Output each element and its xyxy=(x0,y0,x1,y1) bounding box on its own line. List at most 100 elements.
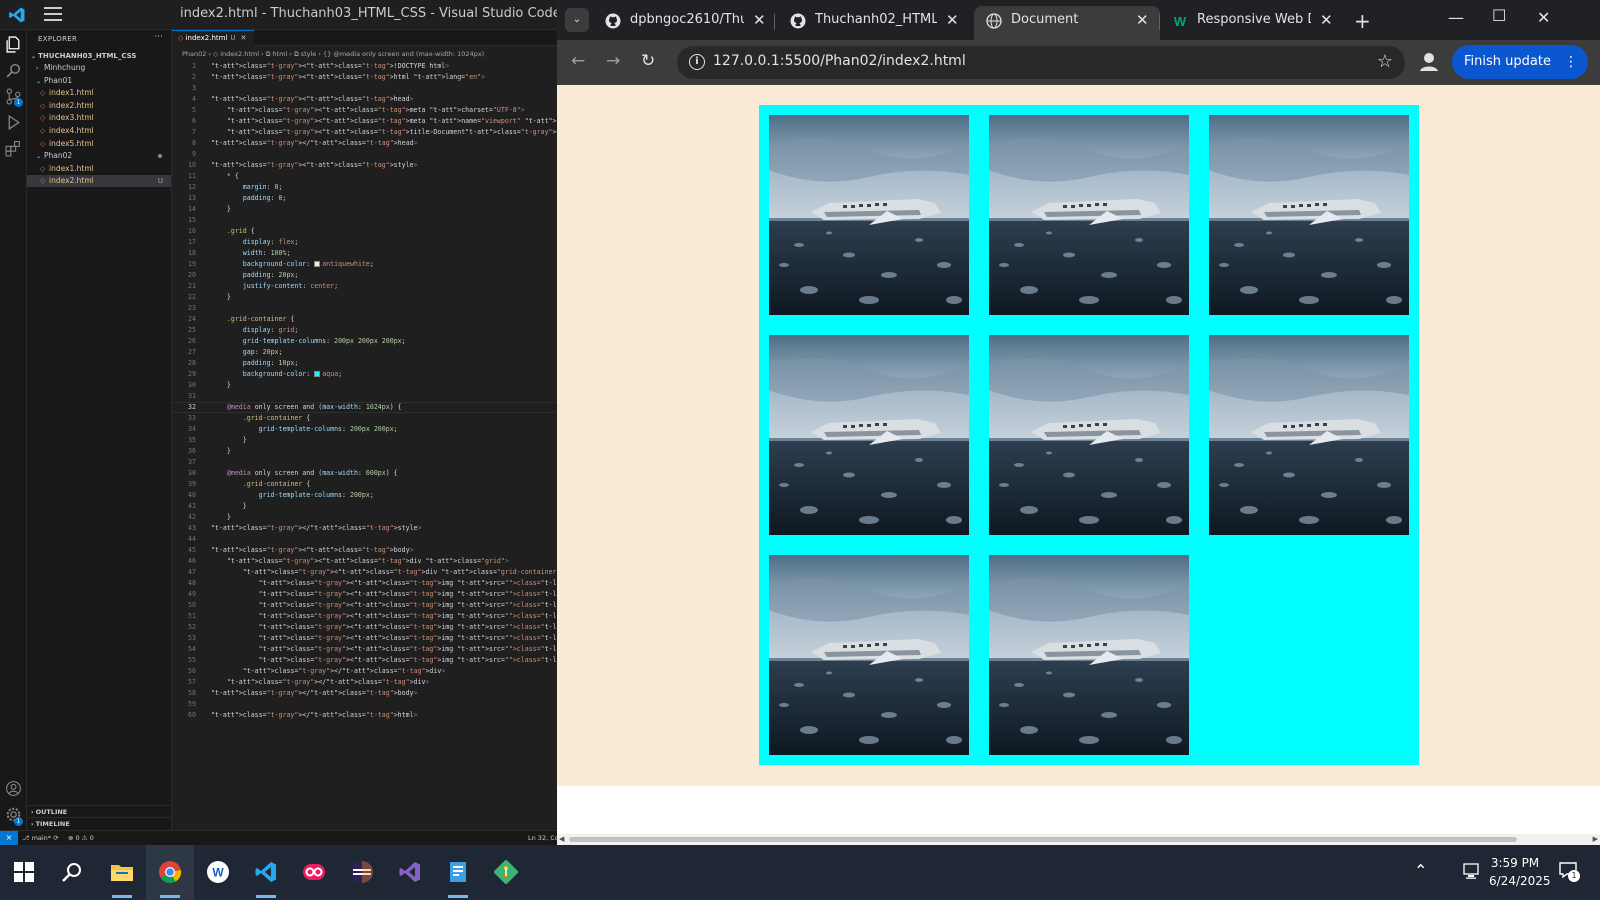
editor-tab-index2[interactable]: ◇ index2.html U ✕ xyxy=(172,30,255,46)
code-line[interactable]: 3 xyxy=(172,83,557,94)
taskbar-chrome[interactable] xyxy=(146,845,194,900)
code-line[interactable]: 4 "t-att">class="t-gray"><"t-att">class="… xyxy=(172,94,557,105)
close-tab-icon[interactable]: ✕ xyxy=(1136,6,1149,34)
code-line[interactable]: 9 xyxy=(172,149,557,160)
code-line[interactable]: 47 "t-att">class="t-gray"><"t-att">class… xyxy=(172,567,557,578)
timeline-section[interactable]: › TIMELINE xyxy=(27,817,172,829)
close-tab-icon[interactable]: ✕ xyxy=(1320,6,1333,34)
code-line[interactable]: 27 gap: 20px; xyxy=(172,347,557,358)
code-line[interactable]: 38 @media only screen and (max-width: 60… xyxy=(172,468,557,479)
code-line[interactable]: 18 width: 100%; xyxy=(172,248,557,259)
code-line[interactable]: 19 background-color: antiquewhite; xyxy=(172,259,557,270)
code-line[interactable]: 15 xyxy=(172,215,557,226)
close-tab-icon[interactable]: ✕ xyxy=(753,6,766,34)
profile-avatar-icon[interactable] xyxy=(1415,48,1443,76)
more-actions-icon[interactable]: ··· xyxy=(154,32,163,42)
tree-file[interactable]: ◇ index1.html xyxy=(27,163,171,175)
git-branch[interactable]: ⎇ main* ⟳ xyxy=(22,831,59,845)
browser-tab[interactable]: W Responsive Web Design ✕ xyxy=(1160,6,1344,40)
remote-indicator-icon[interactable]: ⨯ xyxy=(0,831,18,845)
code-line[interactable]: 39 .grid-container { xyxy=(172,479,557,490)
notification-center-icon[interactable]: 1 xyxy=(1558,860,1580,882)
code-line[interactable]: 46 "t-att">class="t-gray"><"t-att">class… xyxy=(172,556,557,567)
search-icon[interactable] xyxy=(5,62,22,79)
code-line[interactable]: 16 .grid { xyxy=(172,226,557,237)
close-tab-icon[interactable]: ✕ xyxy=(946,6,959,34)
taskbar-oo-app[interactable] xyxy=(290,845,338,900)
tree-folder[interactable]: ⌄ Phan02 xyxy=(27,150,171,162)
code-line[interactable]: 1 "t-att">class="t-gray"><"t-att">class="… xyxy=(172,61,557,72)
code-line[interactable]: 14 } xyxy=(172,204,557,215)
close-window-button[interactable]: ✕ xyxy=(1537,8,1550,27)
code-line[interactable]: 57 "t-att">class="t-gray"></"t-att">clas… xyxy=(172,677,557,688)
taskbar-git[interactable] xyxy=(482,845,530,900)
extensions-icon[interactable] xyxy=(5,140,22,157)
code-line[interactable]: 40 grid-template-columns: 200px; xyxy=(172,490,557,501)
code-line[interactable]: 35 } xyxy=(172,435,557,446)
code-line[interactable]: 44 xyxy=(172,534,557,545)
close-tab-icon[interactable]: ✕ xyxy=(241,34,247,42)
tree-file[interactable]: ◇ index2.html xyxy=(27,100,171,112)
browser-tab[interactable]: Thuchanh02_HTML_CSS ✕ xyxy=(778,6,970,40)
code-line[interactable]: 25 display: grid; xyxy=(172,325,557,336)
breadcrumb[interactable]: Phan02 › ◇ index2.html › ⧉ html › ⧉ styl… xyxy=(182,50,484,59)
code-line[interactable]: 22 } xyxy=(172,292,557,303)
accounts-icon[interactable] xyxy=(5,780,22,797)
code-line[interactable]: 60 "t-att">class="t-gray"></"t-att">class… xyxy=(172,710,557,721)
explorer-icon[interactable] xyxy=(5,36,22,53)
code-line[interactable]: 53 "t-att">class="t-gray"><"t-att">class… xyxy=(172,633,557,644)
scrollbar-thumb[interactable] xyxy=(569,837,1517,842)
problems-indicator[interactable]: ⊗ 0 ⚠ 0 xyxy=(68,831,94,845)
new-tab-button[interactable]: + xyxy=(1354,9,1371,33)
code-line[interactable]: 23 xyxy=(172,303,557,314)
code-line[interactable]: 21 justify-content: center; xyxy=(172,281,557,292)
bookmark-star-icon[interactable]: ☆ xyxy=(1377,51,1393,72)
code-line[interactable]: 26 grid-template-columns: 200px 200px 20… xyxy=(172,336,557,347)
code-line[interactable]: 50 "t-att">class="t-gray"><"t-att">class… xyxy=(172,600,557,611)
url-text[interactable]: 127.0.0.1:5500/Phan02/index2.html xyxy=(713,53,966,69)
taskbar-search-button[interactable] xyxy=(48,845,96,900)
chrome-menu-icon[interactable]: ⋮ xyxy=(1564,45,1578,79)
finish-update-button[interactable]: Finish update ⋮ xyxy=(1452,45,1588,79)
clock[interactable]: 3:59 PM 6/24/2025 xyxy=(1489,854,1551,890)
code-line[interactable]: 59 xyxy=(172,699,557,710)
taskbar-vscode[interactable] xyxy=(242,845,290,900)
back-button[interactable]: ← xyxy=(571,51,585,71)
code-line[interactable]: 49 "t-att">class="t-gray"><"t-att">class… xyxy=(172,589,557,600)
address-bar[interactable]: i 127.0.0.1:5500/Phan02/index2.html ☆ xyxy=(677,46,1405,79)
code-line[interactable]: 11 * { xyxy=(172,171,557,182)
tree-file[interactable]: ◇ index3.html xyxy=(27,112,171,124)
code-line[interactable]: 51 "t-att">class="t-gray"><"t-att">class… xyxy=(172,611,557,622)
browser-tab[interactable]: dpbngoc2610/Thuchanh ✕ xyxy=(593,6,777,40)
show-hidden-icons-chevron-icon[interactable]: ⌃ xyxy=(1414,861,1427,880)
horizontal-scrollbar[interactable]: ◀ ▶ xyxy=(557,834,1600,845)
scroll-left-icon[interactable]: ◀ xyxy=(559,835,564,843)
code-line[interactable]: 41 } xyxy=(172,501,557,512)
code-line[interactable]: 2 "t-att">class="t-gray"><"t-att">class="… xyxy=(172,72,557,83)
tree-file[interactable]: ◇ index4.html xyxy=(27,125,171,137)
site-info-icon[interactable]: i xyxy=(689,54,705,70)
code-line[interactable]: 32 @media only screen and (max-width: 10… xyxy=(172,402,557,413)
start-button[interactable] xyxy=(0,845,48,900)
code-line[interactable]: 8 "t-att">class="t-gray"></"t-att">class=… xyxy=(172,138,557,149)
taskbar-notepad[interactable] xyxy=(434,845,482,900)
run-debug-icon[interactable] xyxy=(5,114,22,131)
maximize-button[interactable]: ☐ xyxy=(1492,6,1506,25)
tree-folder[interactable]: › Minhchung xyxy=(27,62,171,74)
code-line[interactable]: 17 display: flex; xyxy=(172,237,557,248)
cursor-position[interactable]: Ln 32, Co xyxy=(528,831,557,845)
code-line[interactable]: 31 xyxy=(172,391,557,402)
tree-file[interactable]: ◇ index2.html U xyxy=(27,175,171,188)
taskbar-visual-studio[interactable] xyxy=(386,845,434,900)
taskbar-eclipse[interactable] xyxy=(338,845,386,900)
code-line[interactable]: 48 "t-att">class="t-gray"><"t-att">class… xyxy=(172,578,557,589)
code-line[interactable]: 34 grid-template-columns: 200px 200px; xyxy=(172,424,557,435)
tab-search-button[interactable]: ⌄ xyxy=(565,8,589,32)
tree-file[interactable]: ◇ index5.html xyxy=(27,138,171,150)
code-line[interactable]: 58 "t-att">class="t-gray"></"t-att">class… xyxy=(172,688,557,699)
outline-section[interactable]: › OUTLINE xyxy=(27,805,172,817)
code-line[interactable]: 6 "t-att">class="t-gray"><"t-att">class=… xyxy=(172,116,557,127)
code-line[interactable]: 37 xyxy=(172,457,557,468)
taskbar-word[interactable]: W xyxy=(194,845,242,900)
code-line[interactable]: 7 "t-att">class="t-gray"><"t-att">class=… xyxy=(172,127,557,138)
